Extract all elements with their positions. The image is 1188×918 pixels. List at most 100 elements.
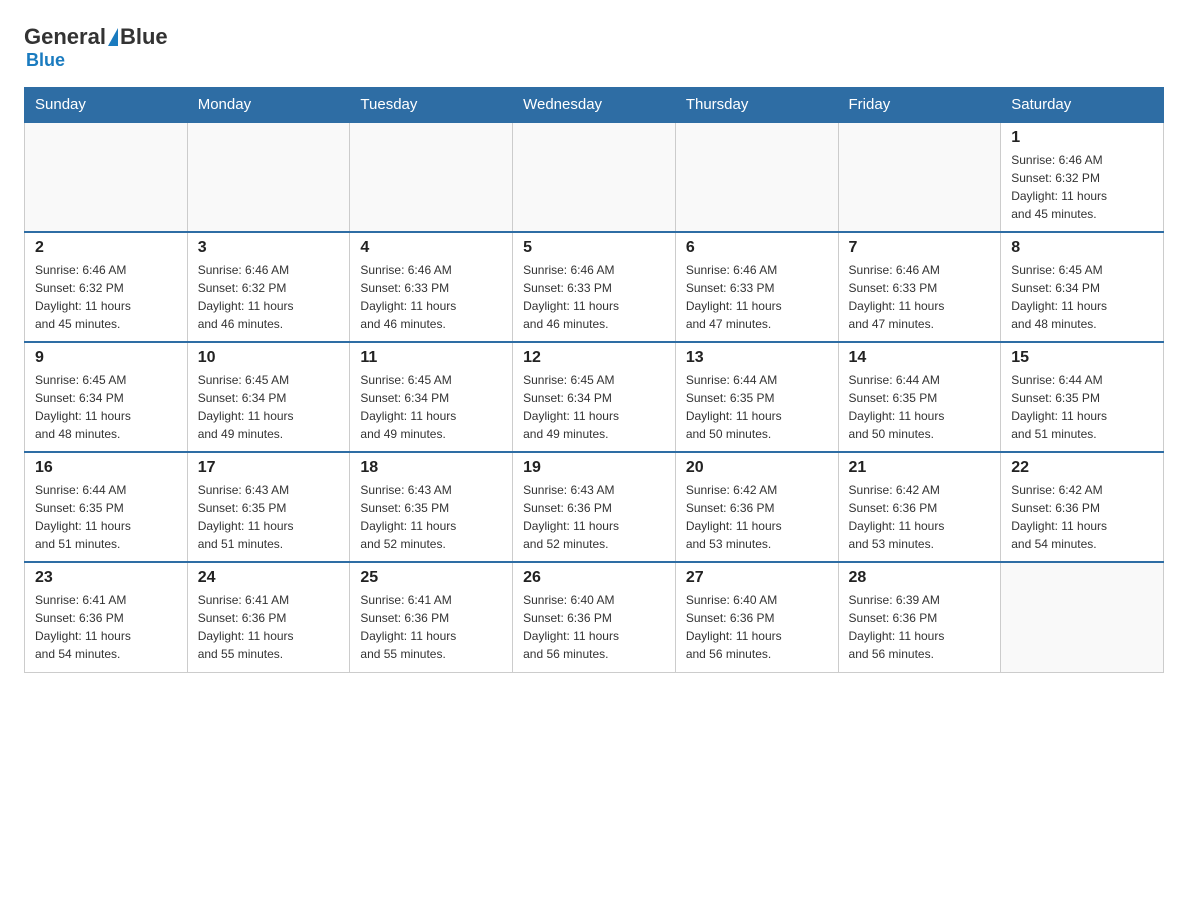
calendar-cell: 17 Sunrise: 6:43 AM Sunset: 6:35 PM Dayli…: [187, 452, 350, 562]
day-number: 4: [360, 239, 502, 257]
day-info: Sunrise: 6:39 AM Sunset: 6:36 PM Dayligh…: [849, 591, 991, 663]
calendar-cell: 24 Sunrise: 6:41 AM Sunset: 6:36 PM Dayli…: [187, 562, 350, 672]
day-info: Sunrise: 6:45 AM Sunset: 6:34 PM Dayligh…: [360, 371, 502, 443]
day-number: 20: [686, 459, 828, 477]
day-number: 24: [198, 569, 340, 587]
day-number: 25: [360, 569, 502, 587]
day-number: 16: [35, 459, 177, 477]
logo-triangle-icon: [108, 28, 118, 46]
day-number: 26: [523, 569, 665, 587]
calendar-cell: 27 Sunrise: 6:40 AM Sunset: 6:36 PM Dayli…: [675, 562, 838, 672]
day-info: Sunrise: 6:42 AM Sunset: 6:36 PM Dayligh…: [686, 481, 828, 553]
day-info: Sunrise: 6:44 AM Sunset: 6:35 PM Dayligh…: [35, 481, 177, 553]
logo-general-text: General: [24, 24, 106, 50]
day-info: Sunrise: 6:45 AM Sunset: 6:34 PM Dayligh…: [1011, 261, 1153, 333]
day-number: 1: [1011, 129, 1153, 147]
day-info: Sunrise: 6:44 AM Sunset: 6:35 PM Dayligh…: [1011, 371, 1153, 443]
calendar-cell: 16 Sunrise: 6:44 AM Sunset: 6:35 PM Dayli…: [25, 452, 188, 562]
calendar-cell: 18 Sunrise: 6:43 AM Sunset: 6:35 PM Dayli…: [350, 452, 513, 562]
day-info: Sunrise: 6:44 AM Sunset: 6:35 PM Dayligh…: [849, 371, 991, 443]
calendar-cell: [675, 122, 838, 232]
calendar-week-row: 9 Sunrise: 6:45 AM Sunset: 6:34 PM Daylig…: [25, 342, 1164, 452]
calendar-header-monday: Monday: [187, 88, 350, 123]
day-number: 18: [360, 459, 502, 477]
calendar-cell: 15 Sunrise: 6:44 AM Sunset: 6:35 PM Dayli…: [1001, 342, 1164, 452]
calendar-cell: [1001, 562, 1164, 672]
calendar-header-row: SundayMondayTuesdayWednesdayThursdayFrid…: [25, 88, 1164, 123]
day-number: 10: [198, 349, 340, 367]
day-info: Sunrise: 6:40 AM Sunset: 6:36 PM Dayligh…: [686, 591, 828, 663]
page-header: General Blue Blue Blue: [24, 24, 1164, 71]
day-number: 23: [35, 569, 177, 587]
calendar-cell: [838, 122, 1001, 232]
day-info: Sunrise: 6:46 AM Sunset: 6:32 PM Dayligh…: [198, 261, 340, 333]
calendar-cell: 6 Sunrise: 6:46 AM Sunset: 6:33 PM Daylig…: [675, 232, 838, 342]
calendar-cell: 19 Sunrise: 6:43 AM Sunset: 6:36 PM Dayli…: [513, 452, 676, 562]
day-number: 12: [523, 349, 665, 367]
calendar-cell: 7 Sunrise: 6:46 AM Sunset: 6:33 PM Daylig…: [838, 232, 1001, 342]
calendar-cell: 26 Sunrise: 6:40 AM Sunset: 6:36 PM Dayli…: [513, 562, 676, 672]
calendar-header-thursday: Thursday: [675, 88, 838, 123]
day-number: 9: [35, 349, 177, 367]
calendar-cell: 28 Sunrise: 6:39 AM Sunset: 6:36 PM Dayli…: [838, 562, 1001, 672]
calendar-cell: [350, 122, 513, 232]
calendar-header-saturday: Saturday: [1001, 88, 1164, 123]
day-number: 7: [849, 239, 991, 257]
day-info: Sunrise: 6:41 AM Sunset: 6:36 PM Dayligh…: [198, 591, 340, 663]
logo-blue-text: Blue: [120, 24, 168, 50]
day-info: Sunrise: 6:40 AM Sunset: 6:36 PM Dayligh…: [523, 591, 665, 663]
day-info: Sunrise: 6:42 AM Sunset: 6:36 PM Dayligh…: [849, 481, 991, 553]
day-info: Sunrise: 6:41 AM Sunset: 6:36 PM Dayligh…: [35, 591, 177, 663]
day-info: Sunrise: 6:46 AM Sunset: 6:33 PM Dayligh…: [523, 261, 665, 333]
day-number: 14: [849, 349, 991, 367]
day-number: 13: [686, 349, 828, 367]
day-number: 2: [35, 239, 177, 257]
calendar-cell: 5Sunrise: 6:46 AM Sunset: 6:33 PM Daylig…: [513, 232, 676, 342]
calendar-week-row: 2 Sunrise: 6:46 AM Sunset: 6:32 PM Daylig…: [25, 232, 1164, 342]
calendar-cell: [513, 122, 676, 232]
day-info: Sunrise: 6:43 AM Sunset: 6:35 PM Dayligh…: [360, 481, 502, 553]
day-number: 22: [1011, 459, 1153, 477]
calendar-week-row: 16 Sunrise: 6:44 AM Sunset: 6:35 PM Dayli…: [25, 452, 1164, 562]
day-info: Sunrise: 6:46 AM Sunset: 6:32 PM Dayligh…: [1011, 151, 1153, 223]
day-number: 19: [523, 459, 665, 477]
calendar-cell: 11Sunrise: 6:45 AM Sunset: 6:34 PM Dayli…: [350, 342, 513, 452]
calendar-cell: 8 Sunrise: 6:45 AM Sunset: 6:34 PM Daylig…: [1001, 232, 1164, 342]
calendar-cell: 21 Sunrise: 6:42 AM Sunset: 6:36 PM Dayli…: [838, 452, 1001, 562]
calendar-cell: 25 Sunrise: 6:41 AM Sunset: 6:36 PM Dayli…: [350, 562, 513, 672]
day-number: 6: [686, 239, 828, 257]
calendar-cell: 13 Sunrise: 6:44 AM Sunset: 6:35 PM Dayli…: [675, 342, 838, 452]
day-number: 15: [1011, 349, 1153, 367]
day-info: Sunrise: 6:45 AM Sunset: 6:34 PM Dayligh…: [523, 371, 665, 443]
calendar-cell: [187, 122, 350, 232]
calendar-table: SundayMondayTuesdayWednesdayThursdayFrid…: [24, 87, 1164, 673]
day-info: Sunrise: 6:45 AM Sunset: 6:34 PM Dayligh…: [35, 371, 177, 443]
calendar-cell: 3 Sunrise: 6:46 AM Sunset: 6:32 PM Daylig…: [187, 232, 350, 342]
day-number: 17: [198, 459, 340, 477]
calendar-week-row: 23 Sunrise: 6:41 AM Sunset: 6:36 PM Dayli…: [25, 562, 1164, 672]
calendar-cell: 1 Sunrise: 6:46 AM Sunset: 6:32 PM Daylig…: [1001, 122, 1164, 232]
calendar-cell: 2 Sunrise: 6:46 AM Sunset: 6:32 PM Daylig…: [25, 232, 188, 342]
calendar-header-sunday: Sunday: [25, 88, 188, 123]
calendar-cell: 12 Sunrise: 6:45 AM Sunset: 6:34 PM Dayli…: [513, 342, 676, 452]
day-info: Sunrise: 6:45 AM Sunset: 6:34 PM Dayligh…: [198, 371, 340, 443]
day-info: Sunrise: 6:46 AM Sunset: 6:33 PM Dayligh…: [686, 261, 828, 333]
calendar-cell: [25, 122, 188, 232]
logo: General Blue Blue Blue: [24, 24, 168, 71]
day-info: Sunrise: 6:42 AM Sunset: 6:36 PM Dayligh…: [1011, 481, 1153, 553]
logo-blue-line: Blue: [26, 50, 65, 71]
day-info: Sunrise: 6:44 AM Sunset: 6:35 PM Dayligh…: [686, 371, 828, 443]
day-number: 3: [198, 239, 340, 257]
day-info: Sunrise: 6:41 AM Sunset: 6:36 PM Dayligh…: [360, 591, 502, 663]
calendar-cell: 10 Sunrise: 6:45 AM Sunset: 6:34 PM Dayli…: [187, 342, 350, 452]
day-info: Sunrise: 6:46 AM Sunset: 6:32 PM Dayligh…: [35, 261, 177, 333]
day-info: Sunrise: 6:46 AM Sunset: 6:33 PM Dayligh…: [360, 261, 502, 333]
day-info: Sunrise: 6:43 AM Sunset: 6:35 PM Dayligh…: [198, 481, 340, 553]
day-number: 21: [849, 459, 991, 477]
day-number: 8: [1011, 239, 1153, 257]
calendar-header-tuesday: Tuesday: [350, 88, 513, 123]
day-info: Sunrise: 6:46 AM Sunset: 6:33 PM Dayligh…: [849, 261, 991, 333]
day-number: 27: [686, 569, 828, 587]
day-number: 28: [849, 569, 991, 587]
day-info: Sunrise: 6:43 AM Sunset: 6:36 PM Dayligh…: [523, 481, 665, 553]
